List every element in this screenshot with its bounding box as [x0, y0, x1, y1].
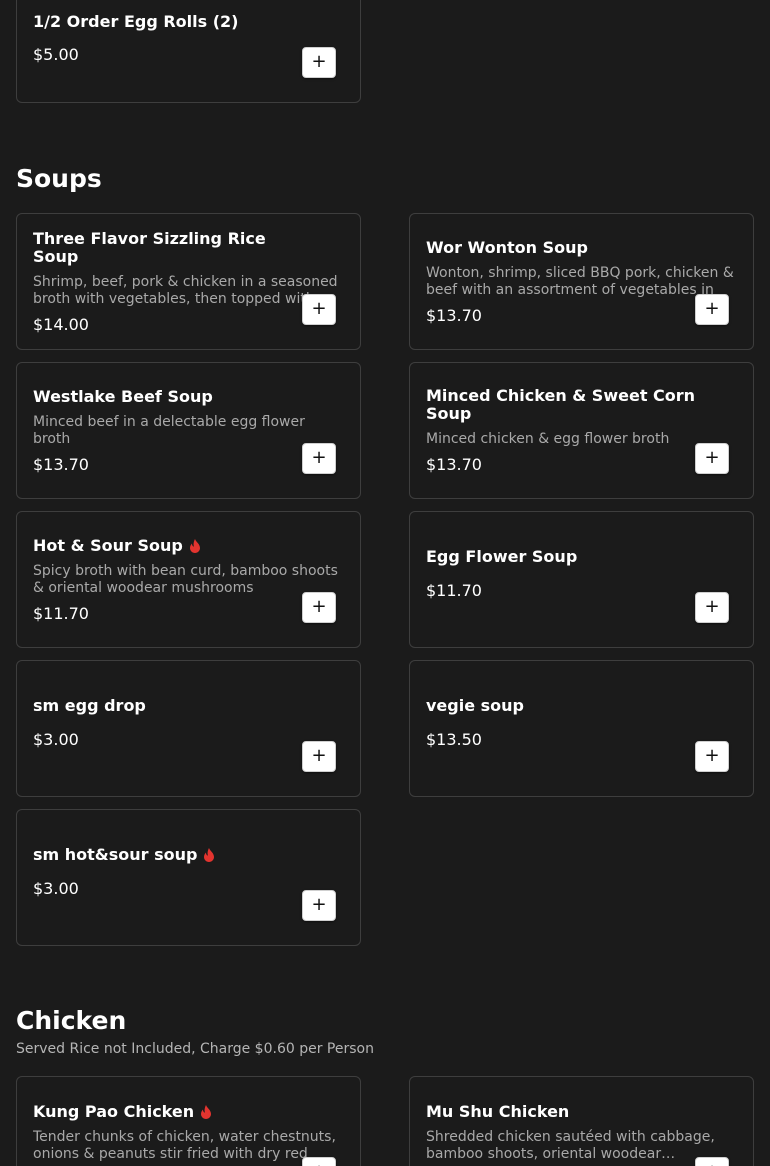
add-to-cart-button[interactable]: +: [302, 294, 336, 325]
item-title: vegie soup: [426, 695, 524, 715]
item-price: $13.50: [426, 729, 482, 749]
item-title: Westlake Beef Soup: [33, 386, 213, 406]
item-title: Minced Chicken & Sweet Corn Soup: [426, 386, 696, 423]
menu-item-card[interactable]: Mu Shu Chicken Shredded chicken sautéed …: [409, 1076, 754, 1166]
add-to-cart-button[interactable]: +: [302, 890, 336, 921]
menu-item-card[interactable]: Minced Chicken & Sweet Corn Soup Minced …: [409, 362, 754, 499]
add-to-cart-button[interactable]: +: [695, 592, 729, 623]
add-to-cart-button[interactable]: +: [695, 443, 729, 474]
item-description: Spicy broth with bean curd, bamboo shoot…: [33, 562, 338, 596]
item-title-text: Kung Pao Chicken: [33, 1102, 195, 1121]
item-price: $11.70: [426, 580, 482, 600]
item-description: Minced chicken & egg flower broth: [426, 431, 670, 447]
item-title: Kung Pao Chicken: [33, 1103, 304, 1121]
menu-item-card[interactable]: vegie soup $13.50 +: [409, 660, 754, 797]
item-price: $13.70: [426, 455, 482, 474]
item-description: Minced beef in a delectable egg flower b…: [33, 413, 305, 447]
add-to-cart-button[interactable]: +: [695, 294, 729, 325]
spicy-flame-icon: [204, 847, 215, 862]
item-title: Three Flavor Sizzling Rice Soup: [33, 228, 266, 266]
menu-item-card[interactable]: Westlake Beef Soup Minced beef in a dele…: [16, 362, 361, 499]
section-subtitle: Served Rice not Included, Charge $0.60 p…: [16, 1041, 374, 1057]
item-title-text: sm hot&sour soup: [33, 844, 198, 864]
add-to-cart-button[interactable]: +: [302, 1157, 336, 1166]
item-title: Hot & Sour Soup: [33, 535, 304, 555]
menu-item-card[interactable]: Egg Flower Soup $11.70 +: [409, 511, 754, 648]
item-description: Shredded chicken sautéed with cabbage, b…: [426, 1129, 715, 1162]
add-to-cart-button[interactable]: +: [695, 1157, 729, 1166]
menu-item-card[interactable]: Three Flavor Sizzling Rice Soup Shrimp, …: [16, 213, 361, 350]
add-to-cart-button[interactable]: +: [695, 741, 729, 772]
menu-item-card[interactable]: Wor Wonton Soup Wonton, shrimp, sliced B…: [409, 213, 754, 350]
item-title: Egg Flower Soup: [426, 546, 578, 566]
item-title: sm egg drop: [33, 695, 146, 715]
item-price: $14.00: [33, 314, 89, 334]
item-title: 1/2 Order Egg Rolls (2): [33, 12, 239, 31]
menu-item-card[interactable]: sm egg drop $3.00 +: [16, 660, 361, 797]
item-price: $13.70: [33, 454, 89, 474]
add-to-cart-button[interactable]: +: [302, 592, 336, 623]
menu-item-card[interactable]: sm hot&sour soup $3.00 +: [16, 809, 361, 946]
section-title-soups: Soups: [16, 164, 102, 193]
item-price: $13.70: [426, 305, 482, 325]
item-price: $3.00: [33, 729, 79, 749]
add-to-cart-button[interactable]: +: [302, 47, 336, 78]
menu-item-card[interactable]: Kung Pao Chicken Tender chunks of chicke…: [16, 1076, 361, 1166]
spicy-flame-icon: [201, 1105, 212, 1119]
item-description: Tender chunks of chicken, water chestnut…: [33, 1129, 336, 1162]
item-price: $5.00: [33, 45, 79, 64]
item-title: sm hot&sour soup: [33, 844, 304, 864]
item-title: Wor Wonton Soup: [426, 237, 588, 257]
item-title: Mu Shu Chicken: [426, 1102, 570, 1121]
add-to-cart-button[interactable]: +: [302, 443, 336, 474]
item-description: Shrimp, beef, pork & chicken in a season…: [33, 273, 338, 307]
item-description: Wonton, shrimp, sliced BBQ pork, chicken…: [426, 264, 734, 298]
menu-item-card[interactable]: 1/2 Order Egg Rolls (2) $5.00 +: [16, 0, 361, 103]
section-title-chicken: Chicken: [16, 1006, 127, 1035]
menu-item-card[interactable]: Hot & Sour Soup Spicy broth with bean cu…: [16, 511, 361, 648]
add-to-cart-button[interactable]: +: [302, 741, 336, 772]
item-title-text: Hot & Sour Soup: [33, 535, 183, 555]
item-price: $11.70: [33, 603, 89, 623]
item-price: $3.00: [33, 878, 79, 898]
spicy-flame-icon: [189, 538, 200, 553]
